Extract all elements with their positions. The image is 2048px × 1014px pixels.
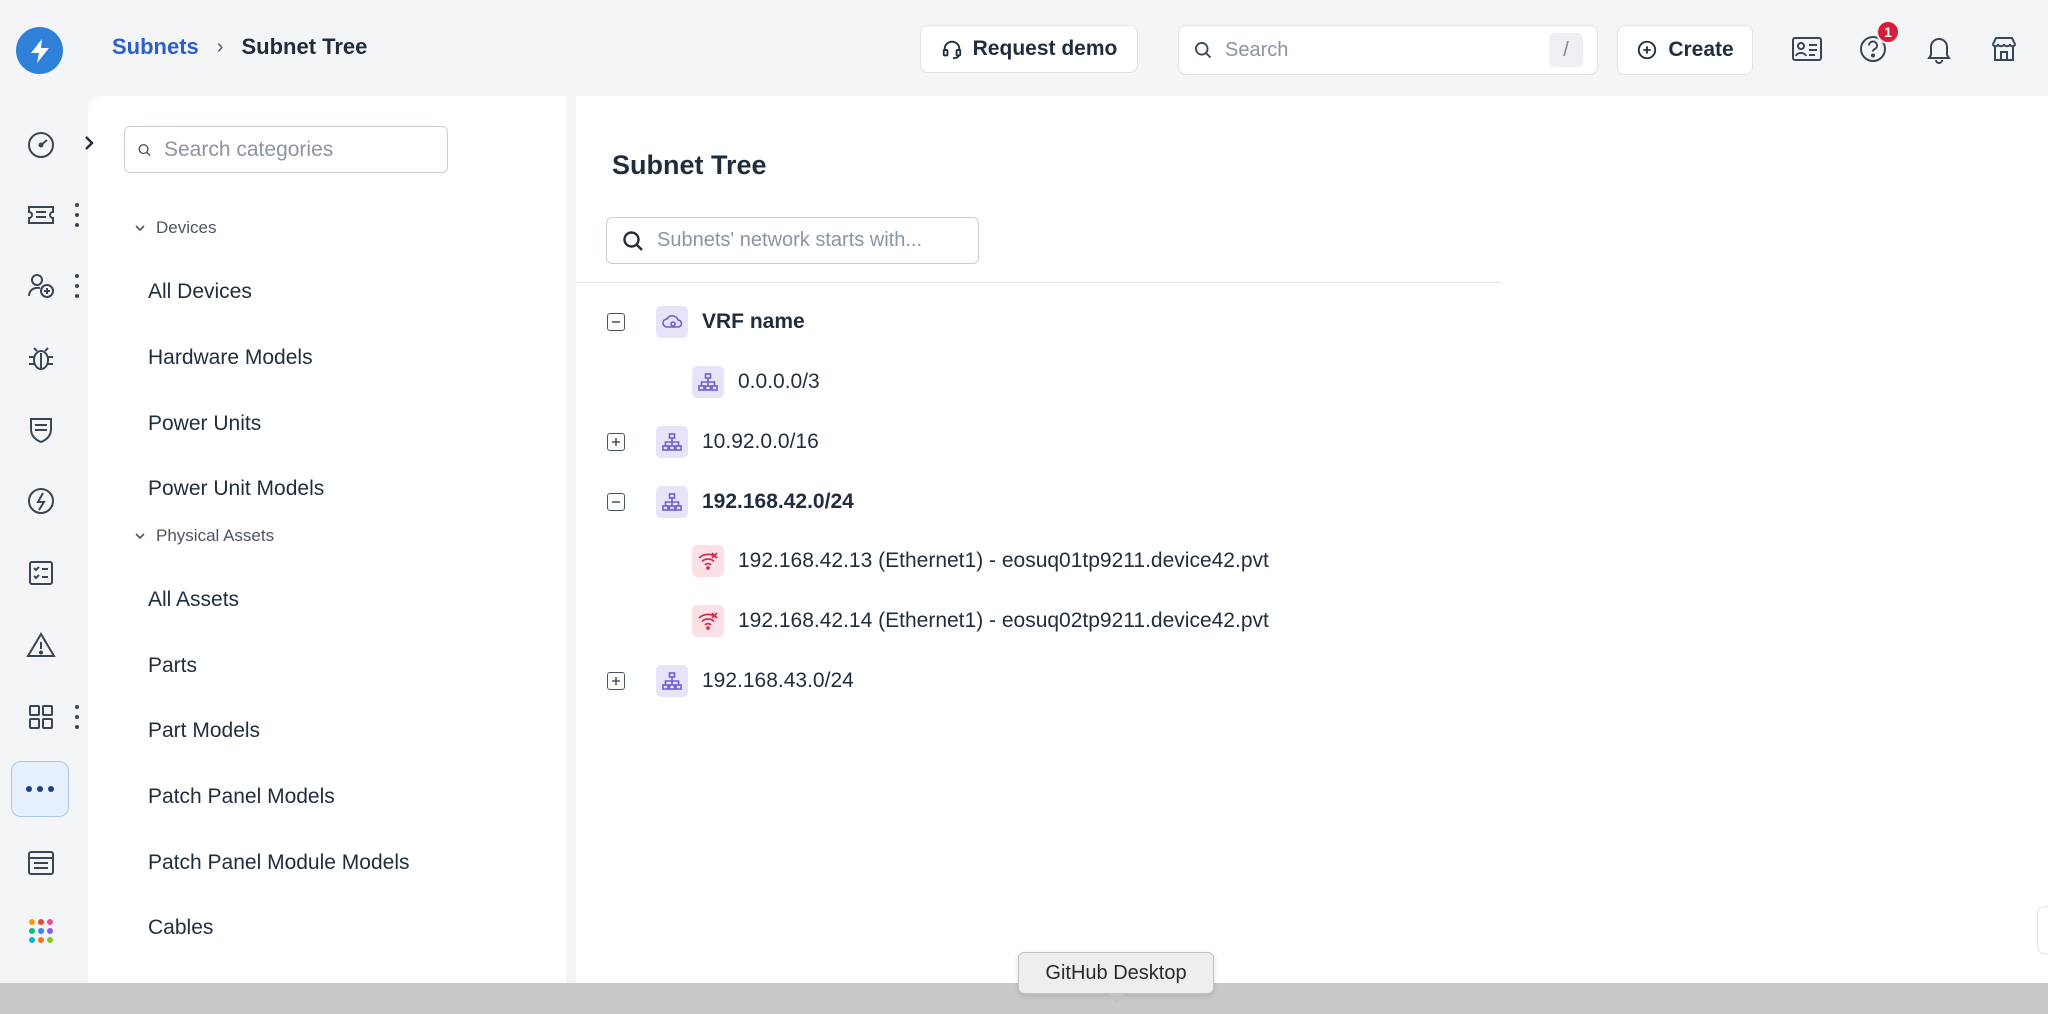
- subnet-hierarchy-icon: [656, 665, 688, 697]
- create-label: Create: [1668, 38, 1734, 61]
- users-more-icon[interactable]: [72, 274, 82, 298]
- breadcrumb-subnets-link[interactable]: Subnets: [112, 34, 199, 60]
- category-group-physical-assets[interactable]: Physical Assets: [134, 526, 274, 546]
- alert-triangle-icon[interactable]: [22, 626, 60, 664]
- help-notification-badge: 1: [1876, 20, 1900, 44]
- tree-row[interactable]: 192.168.43.0/24: [656, 664, 854, 698]
- subnet-hierarchy-icon: [656, 486, 688, 518]
- category-item-all-assets[interactable]: All Assets: [148, 588, 239, 612]
- subnet-hierarchy-icon: [692, 366, 724, 398]
- request-demo-label: Request demo: [972, 37, 1118, 60]
- tree-row[interactable]: 0.0.0.0/3: [692, 365, 820, 399]
- tree-row[interactable]: 192.168.42.13 (Ethernet1) - eosuq01tp921…: [692, 544, 1269, 578]
- request-demo-button[interactable]: Request demo: [920, 25, 1138, 73]
- category-group-devices[interactable]: Devices: [134, 218, 216, 238]
- category-item-power-units[interactable]: Power Units: [148, 412, 261, 436]
- reports-icon[interactable]: [22, 844, 60, 882]
- search-icon: [138, 143, 151, 156]
- wifi-off-icon: [692, 545, 724, 577]
- tree-row[interactable]: 192.168.42.0/24: [656, 485, 854, 519]
- category-item-parts[interactable]: Parts: [148, 654, 197, 678]
- create-button[interactable]: Create: [1617, 25, 1753, 75]
- category-item-patch-panel-models[interactable]: Patch Panel Models: [148, 785, 335, 809]
- headset-icon: [942, 40, 961, 60]
- breadcrumb-current: Subnet Tree: [241, 34, 368, 59]
- apps-more-icon[interactable]: [72, 705, 82, 729]
- tickets-icon[interactable]: [22, 196, 60, 234]
- tree-node-label: 10.92.0.0/16: [702, 430, 819, 453]
- dashboard-gauge-icon[interactable]: [22, 126, 60, 164]
- category-search[interactable]: [124, 126, 448, 173]
- category-item-cables[interactable]: Cables: [148, 916, 213, 940]
- divider: [576, 282, 1501, 283]
- category-item-hardware-models[interactable]: Hardware Models: [148, 346, 313, 370]
- plus-circle-icon: [1638, 40, 1657, 60]
- global-search-input[interactable]: [1225, 38, 1537, 62]
- tree-node-label: 192.168.43.0/24: [702, 669, 854, 692]
- chevron-down-icon: [135, 225, 145, 232]
- tree-node-label: 192.168.42.13 (Ethernet1) - eosuq01tp921…: [738, 549, 1269, 572]
- tickets-more-icon[interactable]: [72, 203, 82, 227]
- bell-icon[interactable]: [1922, 32, 1956, 66]
- chevron-down-icon: [135, 533, 145, 540]
- apps-grid-icon[interactable]: [22, 698, 60, 736]
- tree-node-label: 0.0.0.0/3: [738, 370, 820, 393]
- category-group-label: Devices: [156, 218, 217, 237]
- categories-panel: Devices All Devices Hardware Models Powe…: [88, 96, 566, 983]
- tasks-checklist-icon[interactable]: [22, 554, 60, 592]
- search-icon: [1195, 42, 1212, 59]
- more-options-icon[interactable]: [11, 761, 69, 817]
- dock-tooltip-tail: [1108, 993, 1126, 1003]
- bug-icon[interactable]: [22, 339, 60, 377]
- dock-tooltip: GitHub Desktop: [1018, 952, 1214, 994]
- category-item-all-devices[interactable]: All Devices: [148, 280, 252, 304]
- shield-icon[interactable]: [22, 411, 60, 449]
- category-item-patch-panel-module-models[interactable]: Patch Panel Module Models: [148, 851, 410, 875]
- search-shortcut-key: /: [1549, 33, 1583, 67]
- app-window: Subnets › Subnet Tree Request demo / Cre…: [0, 0, 2048, 983]
- main-panel: Subnet Tree VRF name 0.0.0.0: [576, 96, 2048, 983]
- expand-toggle-icon[interactable]: [607, 433, 625, 451]
- wifi-off-icon: [692, 605, 724, 637]
- collapse-toggle-icon[interactable]: [607, 493, 625, 511]
- category-item-part-models[interactable]: Part Models: [148, 719, 260, 743]
- category-search-input[interactable]: [164, 137, 435, 162]
- subnet-search[interactable]: [606, 217, 979, 264]
- breadcrumb: Subnets › Subnet Tree: [112, 34, 367, 60]
- category-item-power-unit-models[interactable]: Power Unit Models: [148, 477, 324, 501]
- tree-node-label: VRF name: [702, 310, 805, 333]
- tree-row[interactable]: 10.92.0.0/16: [656, 425, 819, 459]
- category-group-label: Physical Assets: [156, 526, 275, 545]
- page-title: Subnet Tree: [612, 150, 767, 180]
- top-bar: Subnets › Subnet Tree Request demo / Cre…: [0, 0, 2048, 96]
- tree-node-label: 192.168.42.0/24: [702, 490, 854, 513]
- users-icon[interactable]: [22, 267, 60, 305]
- side-drawer-handle[interactable]: [2037, 906, 2048, 954]
- changes-icon[interactable]: [22, 482, 60, 520]
- search-icon: [623, 230, 643, 251]
- expand-toggle-icon[interactable]: [607, 672, 625, 690]
- expand-sidebar-chevron-icon[interactable]: [78, 126, 100, 160]
- collapse-toggle-icon[interactable]: [607, 313, 625, 331]
- contact-card-icon[interactable]: [1790, 32, 1824, 66]
- global-search[interactable]: /: [1178, 25, 1598, 75]
- breadcrumb-separator: ›: [216, 35, 224, 58]
- tree-row[interactable]: VRF name: [656, 305, 805, 339]
- vrf-cloud-icon: [656, 306, 688, 338]
- app-logo-icon[interactable]: [16, 27, 63, 74]
- subnet-search-input[interactable]: [657, 229, 964, 252]
- app-launcher-icon[interactable]: [22, 912, 60, 950]
- tree-row[interactable]: 192.168.42.14 (Ethernet1) - eosuq02tp921…: [692, 604, 1269, 638]
- subnet-hierarchy-icon: [656, 426, 688, 458]
- left-nav-rail: [0, 96, 88, 983]
- tree-node-label: 192.168.42.14 (Ethernet1) - eosuq02tp921…: [738, 609, 1269, 632]
- marketplace-store-icon[interactable]: [1987, 32, 2021, 66]
